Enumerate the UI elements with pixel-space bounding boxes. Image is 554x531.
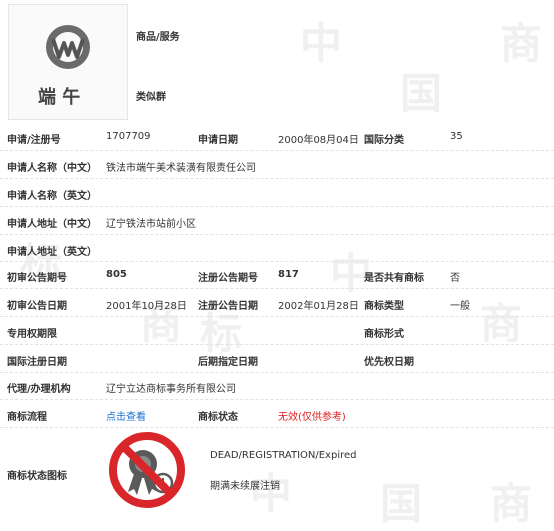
shared-value: 否 [450, 273, 460, 284]
table-row: 申请人名称（中文） 铁法市端午美术装潢有限责任公司 [0, 150, 554, 179]
intl-reg-date-label: 国际注册日期 [7, 357, 67, 368]
view-process-link[interactable]: 点击查看 [106, 408, 146, 423]
prelim-date-label: 初审公告日期 [7, 301, 67, 312]
table-row: 初审公告期号 805 注册公告期号 817 是否共有商标 否 [0, 261, 554, 289]
prelim-issue-value: 805 [106, 269, 127, 280]
table-row: 初审公告日期 2001年10月28日 注册公告日期 2002年01月28日 商标… [0, 288, 554, 317]
mark-form-label: 商标形式 [364, 329, 404, 340]
status-icon-label: 商标状态图标 [7, 471, 67, 482]
mark-type-label: 商标类型 [364, 301, 404, 312]
watermark: 商 [500, 19, 543, 68]
reg-issue-label: 注册公告期号 [198, 273, 258, 284]
table-row: 申请人名称（英文） [0, 178, 554, 207]
applicant-cn-label: 申请人名称（中文） [7, 163, 97, 174]
intl-class-value: 35 [450, 131, 463, 142]
goods-services-label: 商品/服务 [136, 32, 180, 43]
trademark-text: 端 午 [38, 86, 80, 108]
reg-issue-value: 817 [278, 269, 299, 280]
similar-group-label: 类似群 [136, 92, 166, 103]
address-en-label: 申请人地址（英文） [7, 247, 97, 258]
agent-value: 辽宁立达商标事务所有限公司 [106, 384, 236, 395]
table-row: 申请/注册号 1707709 申请日期 2000年08月04日 国际分类 35 [0, 122, 554, 151]
agent-label: 代理/办理机构 [7, 384, 71, 395]
address-cn-label: 申请人地址（中文） [7, 219, 97, 230]
app-date-label: 申请日期 [198, 135, 238, 146]
address-cn-value: 辽宁铁法市站前小区 [106, 219, 196, 230]
reg-date-value: 2002年01月28日 [278, 301, 359, 312]
table-row: 申请人地址（中文） 辽宁铁法市站前小区 [0, 206, 554, 235]
applicant-en-label: 申请人名称（英文） [7, 191, 97, 202]
status-label: 商标状态 [198, 412, 238, 423]
exclusive-period-label: 专用权期限 [7, 329, 57, 340]
applicant-cn-value: 铁法市端午美术装潢有限责任公司 [106, 163, 256, 174]
table-row: 商标状态图标 DEAD/REGISTRATION/Expired 期满未续展注销 [0, 427, 554, 519]
app-number-value: 1707709 [106, 131, 151, 142]
process-label: 商标流程 [7, 412, 47, 423]
status-text: 无效 [278, 412, 298, 423]
mark-type-value: 一般 [450, 301, 470, 312]
watermark: 国 [400, 69, 443, 118]
prelim-issue-label: 初审公告期号 [7, 273, 67, 284]
reg-date-label: 注册公告日期 [198, 301, 258, 312]
watermark: 中 [300, 19, 343, 68]
table-row: 国际注册日期 后期指定日期 优先权日期 [0, 344, 554, 373]
prelim-date-value: 2001年10月28日 [106, 301, 187, 312]
app-number-label: 申请/注册号 [7, 135, 61, 146]
dead-status-icon [109, 432, 185, 508]
table-row: 申请人地址（英文） [0, 234, 554, 262]
app-date-value: 2000年08月04日 [278, 135, 359, 146]
trademark-image: 端 午 [8, 4, 128, 120]
status-note: (仅供参考) [298, 412, 346, 423]
priority-date-label: 优先权日期 [364, 357, 414, 368]
table-row: 商标流程 点击查看 商标状态 无效(仅供参考) [0, 399, 554, 428]
status-en: DEAD/REGISTRATION/Expired [210, 450, 357, 461]
later-designation-label: 后期指定日期 [198, 357, 258, 368]
table-row: 代理/办理机构 辽宁立达商标事务所有限公司 [0, 372, 554, 400]
intl-class-label: 国际分类 [364, 135, 404, 146]
status-value: 无效(仅供参考) [278, 408, 346, 423]
trademark-logo: 端 午 [38, 25, 90, 108]
table-row: 专用权期限 商标形式 [0, 316, 554, 345]
shared-label: 是否共有商标 [364, 273, 424, 284]
status-cn: 期满未续展注销 [210, 481, 280, 492]
